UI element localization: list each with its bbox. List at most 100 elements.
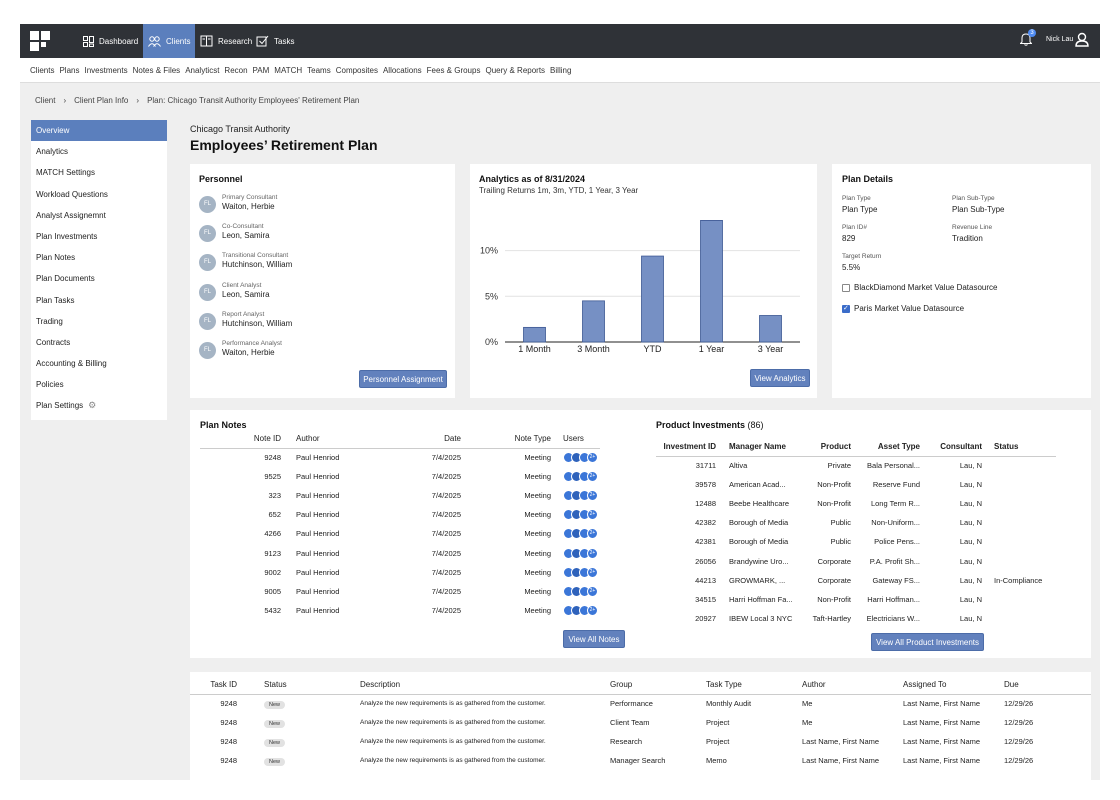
table-row[interactable]: 9248 New Analyze the new requirements is a… (190, 694, 1091, 713)
menu-item-query-reports[interactable]: Query & Reports (485, 66, 545, 75)
blackdiamond-datasource-checkbox[interactable] (842, 284, 850, 292)
col-note-type[interactable]: Note Type (461, 430, 551, 449)
sidebar-item-plan-settings[interactable]: Plan Settings ⚙ (31, 395, 167, 416)
sidebar-item-plan-documents[interactable]: Plan Documents (31, 268, 167, 289)
menu-item-notes-files[interactable]: Notes & Files (133, 66, 181, 75)
menu-item-clients[interactable]: Clients (30, 66, 54, 75)
table-row[interactable]: 652 Paul Henriod 7/4/2025 Meeting 2+ (200, 505, 600, 524)
user-avatar-group[interactable]: 2+ (563, 528, 599, 540)
table-row[interactable]: 9005 Paul Henriod 7/4/2025 Meeting 2+ (200, 582, 600, 601)
avatar: FL (199, 283, 216, 301)
user-avatar-group[interactable]: 2+ (563, 585, 599, 597)
notifications-button[interactable]: 3 (1019, 29, 1036, 48)
sidebar-item-accounting-billing[interactable]: Accounting & Billing (31, 353, 167, 374)
sidebar-item-plan-tasks[interactable]: Plan Tasks (31, 290, 167, 311)
menu-item-billing[interactable]: Billing (550, 66, 571, 75)
bar-1-year[interactable] (700, 219, 723, 343)
menu-item-teams[interactable]: Teams (307, 66, 331, 75)
col-users[interactable]: Users (551, 430, 600, 449)
sidebar-item-analytics[interactable]: Analytics (31, 141, 167, 162)
col-assigned-to[interactable]: Assigned To (903, 676, 1004, 695)
table-row[interactable]: 39578 American Acad... Non-Profit Reserve F… (656, 475, 1056, 494)
bar-3-month[interactable] (582, 300, 605, 343)
col-group[interactable]: Group (610, 676, 706, 695)
menu-item-recon[interactable]: Recon (224, 66, 247, 75)
menu-item-analyticst[interactable]: Analyticst (185, 66, 219, 75)
user-avatar-group[interactable]: 2+ (563, 490, 599, 502)
tab-tasks[interactable]: Tasks (251, 24, 299, 58)
user-avatar-group[interactable]: 2+ (563, 547, 599, 559)
table-row[interactable]: 42382 Borough of Media Public Non-Uniform..… (656, 513, 1056, 532)
table-row[interactable]: 26056 Brandywine Uro... Corporate P.A. Prof… (656, 551, 1056, 570)
table-row[interactable]: 9248 New Analyze the new requirements is a… (190, 713, 1091, 732)
col-note-id[interactable]: Note ID (200, 430, 281, 449)
sidebar-item-plan-notes[interactable]: Plan Notes (31, 247, 167, 268)
col-author[interactable]: Author (281, 430, 381, 449)
sidebar-item-workload-questions[interactable]: Workload Questions (31, 184, 167, 205)
sidebar-item-contracts[interactable]: Contracts (31, 332, 167, 353)
bar-ytd[interactable] (641, 255, 664, 343)
table-row[interactable]: 9248 New Analyze the new requirements is a… (190, 732, 1091, 751)
user-avatar-group[interactable]: 2+ (563, 452, 599, 464)
table-row[interactable]: 9248 New Analyze the new requirements is a… (190, 751, 1091, 770)
menu-item-allocations[interactable]: Allocations (383, 66, 422, 75)
col-product[interactable]: Product (804, 438, 851, 457)
sidebar-item-overview[interactable]: Overview (31, 120, 167, 142)
table-row[interactable]: 4266 Paul Henriod 7/4/2025 Meeting 2+ (200, 524, 600, 543)
col-investment-id[interactable]: Investment ID (656, 438, 716, 457)
sidebar-item-policies[interactable]: Policies (31, 374, 167, 395)
menu-item-plans[interactable]: Plans (59, 66, 79, 75)
col-task-status[interactable]: Status (237, 676, 360, 695)
table-row[interactable]: 34515 Harri Hoffman Fa... Non-Profit Harri … (656, 590, 1056, 609)
user-name[interactable]: Nick Lau (1046, 36, 1073, 43)
user-profile-icon[interactable] (1075, 32, 1089, 47)
table-row[interactable]: 323 Paul Henriod 7/4/2025 Meeting 2+ (200, 486, 600, 505)
col-manager-name[interactable]: Manager Name (716, 438, 804, 457)
col-consultant[interactable]: Consultant (920, 438, 982, 457)
table-row[interactable]: 9002 Paul Henriod 7/4/2025 Meeting 2+ (200, 563, 600, 582)
view-analytics-button[interactable]: View Analytics (750, 369, 810, 387)
col-asset-type[interactable]: Asset Type (851, 438, 920, 457)
col-status[interactable]: Status (982, 438, 1056, 457)
user-avatar-group[interactable]: 2+ (563, 566, 599, 578)
table-row[interactable]: 44213 GROWMARK, ... Corporate Gateway FS...… (656, 571, 1056, 590)
sidebar-item-plan-investments[interactable]: Plan Investments (31, 226, 167, 247)
breadcrumb-client[interactable]: Client (35, 96, 55, 105)
col-task-id[interactable]: Task ID (190, 676, 237, 695)
table-row[interactable]: 20927 IBEW Local 3 NYC Taft-Hartley Electri… (656, 609, 1056, 628)
col-description[interactable]: Description (360, 676, 610, 695)
tab-clients[interactable]: Clients (143, 24, 196, 58)
table-row[interactable]: 9123 Paul Henriod 7/4/2025 Meeting 2+ (200, 543, 600, 562)
sidebar-item-trading[interactable]: Trading (31, 311, 167, 332)
view-all-notes-button[interactable]: View All Notes (563, 630, 625, 648)
menu-item-pam[interactable]: PAM (253, 66, 270, 75)
menu-item-investments[interactable]: Investments (84, 66, 127, 75)
menu-item-composites[interactable]: Composites (336, 66, 378, 75)
user-avatar-group[interactable]: 2+ (563, 509, 599, 521)
breadcrumb-client-plan-info[interactable]: Client Plan Info (74, 96, 128, 105)
table-row[interactable]: 9248 Paul Henriod 7/4/2025 Meeting 2+ (200, 448, 600, 467)
menu-item-fees-groups[interactable]: Fees & Groups (427, 66, 481, 75)
col-due[interactable]: Due (1004, 676, 1091, 695)
col-date[interactable]: Date (381, 430, 461, 449)
user-avatar-group[interactable]: 2+ (563, 604, 599, 616)
tab-dashboard[interactable]: Dashboard (78, 24, 143, 58)
table-row[interactable]: 9525 Paul Henriod 7/4/2025 Meeting 2+ (200, 467, 600, 486)
table-row[interactable]: 31711 Altiva Private Bala Personal... Lau, N (656, 456, 1056, 475)
bar-1-month[interactable] (523, 326, 546, 343)
sidebar-item-analyst-assignemnt[interactable]: Analyst Assignemnt (31, 205, 167, 226)
table-row[interactable]: 42381 Borough of Media Public Police Pens..… (656, 532, 1056, 551)
bar-3-year[interactable] (759, 315, 782, 343)
sidebar-item-match-settings[interactable]: MATCH Settings (31, 162, 167, 183)
personnel-assignment-button[interactable]: Personnel Assignment (359, 370, 447, 388)
app-logo[interactable] (30, 31, 50, 51)
view-all-product-investments-button[interactable]: View All Product Investments (871, 633, 984, 651)
table-row[interactable]: 5432 Paul Henriod 7/4/2025 Meeting 2+ (200, 601, 600, 620)
table-row[interactable]: 12488 Beebe Healthcare Non-Profit Long Term… (656, 494, 1056, 513)
col-task-type[interactable]: Task Type (706, 676, 802, 695)
menu-item-match[interactable]: MATCH (274, 66, 302, 75)
col-author[interactable]: Author (802, 676, 903, 695)
tab-research[interactable]: Research (195, 24, 257, 58)
user-avatar-group[interactable]: 2+ (563, 471, 599, 483)
paris-datasource-checkbox[interactable] (842, 304, 850, 313)
